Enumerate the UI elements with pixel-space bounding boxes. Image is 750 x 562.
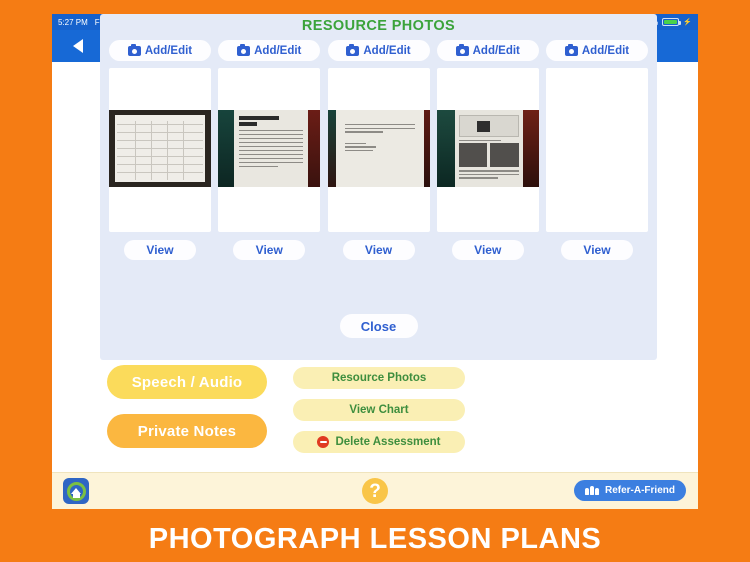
camera-icon [127, 43, 141, 56]
view-label: View [583, 243, 611, 257]
camera-icon [564, 43, 578, 56]
photo-card-row: View View View View View [109, 68, 648, 260]
view-label: View [146, 243, 174, 257]
add-edit-label: Add/Edit [363, 44, 411, 57]
view-label: View [474, 243, 502, 257]
view-button-2[interactable]: View [233, 240, 306, 260]
resource-photos-label: Resource Photos [331, 372, 427, 384]
help-question-icon[interactable]: ? [362, 478, 388, 504]
add-edit-button-3[interactable]: Add/Edit [327, 40, 430, 61]
add-edit-button-5[interactable]: Add/Edit [546, 40, 648, 61]
back-button[interactable] [68, 36, 88, 56]
add-edit-label: Add/Edit [254, 44, 302, 57]
view-chart-button[interactable]: View Chart [293, 399, 465, 421]
add-edit-label: Add/Edit [144, 44, 193, 57]
main-content: RESOURCE PHOTOS Add/Edit Add/Edit Add/Ed… [52, 14, 698, 509]
photo-frame-2 [218, 68, 321, 232]
tablet-screen: 5:27 PM Fri May 29 ☁ 100% ⚡ RESOURCE PHO… [52, 14, 698, 509]
battery-icon [662, 18, 682, 26]
camera-icon [346, 43, 360, 56]
lightning-bolt-icon: ⚡ [683, 19, 692, 26]
photo-frame-4 [436, 68, 539, 232]
letter-page-photo[interactable] [327, 110, 430, 187]
status-time: 5:27 PM [58, 17, 88, 27]
people-group-icon [584, 486, 599, 495]
photo-card-5: View [546, 68, 648, 260]
delete-minus-icon [317, 436, 330, 448]
photo-frame-1 [109, 68, 211, 232]
camera-icon [237, 43, 251, 56]
add-edit-button-2[interactable]: Add/Edit [218, 40, 321, 61]
photo-frame-5 [546, 68, 648, 232]
close-button[interactable]: Close [339, 314, 418, 338]
photo-card-2: View [218, 68, 321, 260]
speech-audio-label: Speech / Audio [131, 373, 243, 391]
house-glyph-icon [71, 488, 81, 498]
add-edit-button-4[interactable]: Add/Edit [436, 40, 539, 61]
help-glyph: ? [369, 480, 381, 502]
add-edit-button-1[interactable]: Add/Edit [109, 40, 211, 61]
photo-card-1: View [109, 68, 211, 260]
caption-text: PHOTOGRAPH LESSON PLANS [148, 523, 602, 555]
illustrated-page-photo[interactable] [436, 110, 539, 187]
camera-icon [455, 43, 469, 56]
add-edit-label: Add/Edit [472, 44, 520, 57]
refer-a-friend-button[interactable]: Refer-A-Friend [573, 480, 686, 501]
close-label: Close [360, 318, 397, 334]
view-button-5[interactable]: View [561, 240, 633, 260]
view-label: View [364, 243, 393, 257]
resource-photos-dialog: RESOURCE PHOTOS Add/Edit Add/Edit Add/Ed… [100, 14, 657, 360]
view-chart-label: View Chart [349, 404, 409, 416]
private-notes-label: Private Notes [137, 422, 237, 440]
primary-action-buttons: Speech / Audio Private Notes [107, 365, 267, 448]
delete-assessment-label: Delete Assessment [335, 436, 441, 448]
photo-frame-3 [327, 68, 430, 232]
resource-photos-button[interactable]: Resource Photos [293, 367, 465, 389]
bottom-toolbar: ? Refer-A-Friend [52, 472, 698, 509]
view-button-3[interactable]: View [342, 240, 415, 260]
document-page-photo[interactable] [218, 110, 321, 187]
secondary-action-buttons: Resource Photos View Chart Delete Assess… [293, 367, 465, 453]
photo-card-4: View [436, 68, 539, 260]
speech-audio-button[interactable]: Speech / Audio [107, 365, 267, 399]
add-edit-label: Add/Edit [581, 44, 630, 57]
view-label: View [255, 243, 283, 257]
dialog-title: RESOURCE PHOTOS [301, 18, 456, 34]
grid-form-photo[interactable] [109, 110, 211, 187]
delete-assessment-button[interactable]: Delete Assessment [293, 431, 465, 453]
view-button-1[interactable]: View [124, 240, 196, 260]
photo-card-3: View [327, 68, 430, 260]
add-edit-button-row: Add/Edit Add/Edit Add/Edit Add/Edit Add/… [109, 40, 648, 61]
private-notes-button[interactable]: Private Notes [107, 414, 267, 448]
app-icon-ring [66, 481, 86, 501]
app-home-icon[interactable] [63, 478, 89, 504]
empty-slot[interactable] [546, 110, 648, 187]
view-button-4[interactable]: View [451, 240, 524, 260]
refer-a-friend-label: Refer-A-Friend [604, 485, 675, 496]
back-arrow-icon [73, 39, 83, 53]
